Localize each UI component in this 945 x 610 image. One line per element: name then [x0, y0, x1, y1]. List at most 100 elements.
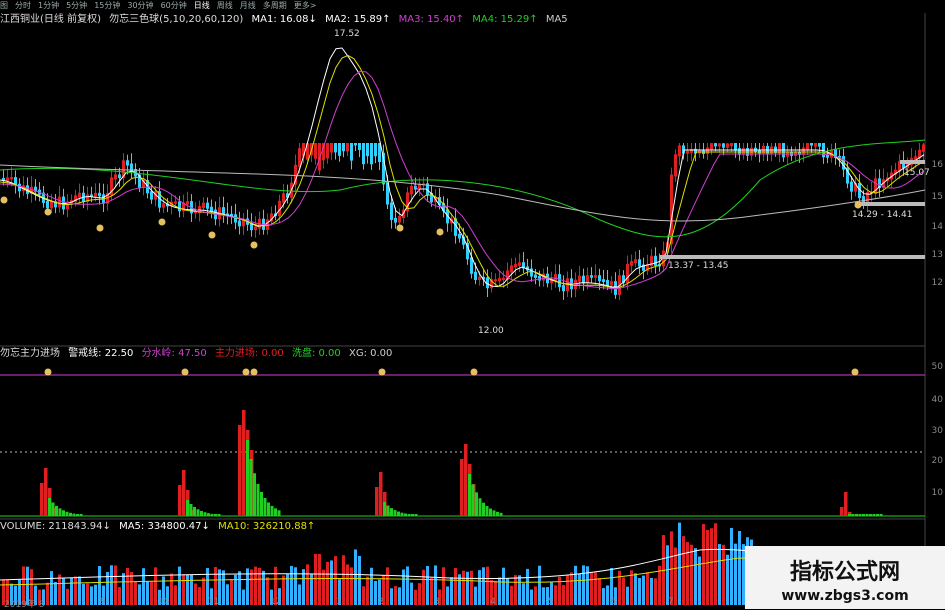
indicator-bar-green	[210, 513, 214, 516]
indicator-bar-green	[386, 505, 390, 516]
volume-bar	[298, 584, 301, 605]
candle	[578, 275, 581, 282]
candle	[58, 196, 61, 208]
candle	[390, 202, 393, 220]
watermark-url: www.zbgs3.com	[781, 588, 909, 604]
coin-icon	[242, 368, 250, 376]
volume-bar	[442, 567, 445, 605]
watermark-badge: 指标公式网 www.zbgs3.com	[745, 546, 945, 609]
candle	[374, 143, 377, 157]
candle	[62, 196, 65, 210]
indicator-bar-green	[196, 509, 200, 516]
candle	[602, 279, 605, 283]
coin-icon	[854, 201, 862, 209]
indicator-bar-green	[858, 514, 862, 516]
date-tick-label: 1	[336, 597, 342, 607]
volume-bar	[86, 583, 89, 605]
kline-chart-canvas[interactable]	[0, 0, 945, 609]
volume-bar	[306, 564, 309, 605]
indicator-bar-green	[404, 513, 407, 516]
candle	[478, 276, 481, 281]
candle	[510, 265, 513, 273]
candle	[730, 143, 733, 147]
volume-bar	[626, 586, 629, 605]
axis-tick-label: 13	[931, 250, 943, 260]
indicator-bar-green	[397, 511, 400, 516]
indicator-bar-red	[238, 425, 242, 516]
volume-bar	[454, 567, 457, 605]
volume-bar	[606, 585, 609, 605]
volume-bar	[230, 579, 233, 605]
volume-bar	[422, 569, 425, 605]
volume-bar	[194, 583, 197, 605]
candle	[706, 147, 709, 155]
candle	[674, 154, 677, 177]
volume-bar	[566, 575, 569, 605]
candle	[334, 143, 337, 153]
volume-bar	[70, 577, 73, 605]
volume-bar	[414, 589, 417, 605]
candle	[10, 177, 13, 180]
volume-bar	[510, 585, 513, 605]
candle	[710, 143, 713, 150]
indicator-bar-green	[76, 514, 79, 516]
volume-bar	[574, 565, 577, 605]
indicator-bar-green	[862, 514, 865, 516]
axis-tick-label: 20	[931, 456, 943, 466]
coin-icon	[208, 231, 216, 239]
coin-icon	[250, 241, 258, 249]
volume-bar	[462, 570, 465, 605]
date-tick-label: 11	[208, 597, 220, 607]
volume-bar	[290, 565, 293, 605]
candle	[474, 271, 477, 281]
candle	[726, 143, 729, 148]
indicator-bar-green	[203, 512, 207, 516]
low-price-label: 12.00	[478, 326, 504, 336]
coin-icon	[44, 208, 52, 216]
coin-icon	[44, 368, 52, 376]
candle	[202, 202, 205, 209]
right-price-label: 15.07	[904, 168, 930, 178]
indicator-bar-red	[460, 459, 464, 516]
coin-icon	[396, 224, 404, 232]
indicator-bar-green	[855, 514, 858, 516]
candle	[126, 160, 129, 166]
indicator-bar-green	[58, 508, 62, 516]
volume-bar	[690, 544, 693, 605]
indicator-bar-red	[178, 485, 182, 516]
coin-icon	[250, 368, 258, 376]
axis-tick-label: 10	[931, 488, 943, 498]
candle	[118, 174, 121, 179]
volume-bar	[254, 566, 257, 605]
candle	[654, 255, 657, 266]
volume-bar	[634, 573, 637, 605]
candle	[534, 274, 537, 278]
candle	[342, 143, 345, 152]
indicator-bar-green	[51, 502, 55, 516]
candle	[714, 143, 717, 147]
volume-bar	[190, 574, 193, 605]
indicator-bar-green	[55, 505, 58, 516]
candle	[162, 203, 165, 208]
indicator-bar-green	[851, 514, 855, 516]
volume-bar	[514, 575, 517, 605]
indicator-bar-green	[65, 511, 69, 516]
candle	[690, 148, 693, 153]
volume-bar	[386, 567, 389, 605]
candle	[922, 144, 925, 152]
coin-icon	[851, 368, 859, 376]
volume-bar	[534, 586, 537, 605]
date-tick-label: 2019年 8	[4, 600, 45, 610]
volume-bar	[682, 536, 685, 605]
volume-bar	[94, 584, 97, 605]
candle	[298, 148, 301, 167]
indicator-bar-red	[840, 507, 844, 516]
high-price-label: 17.52	[334, 29, 360, 39]
candle	[814, 143, 817, 147]
volume-bar	[46, 582, 49, 605]
volume-bar	[74, 576, 77, 605]
volume-bar	[90, 586, 93, 605]
volume-bar	[602, 588, 605, 605]
indicator-bar-green	[876, 514, 879, 516]
candle	[718, 143, 721, 147]
